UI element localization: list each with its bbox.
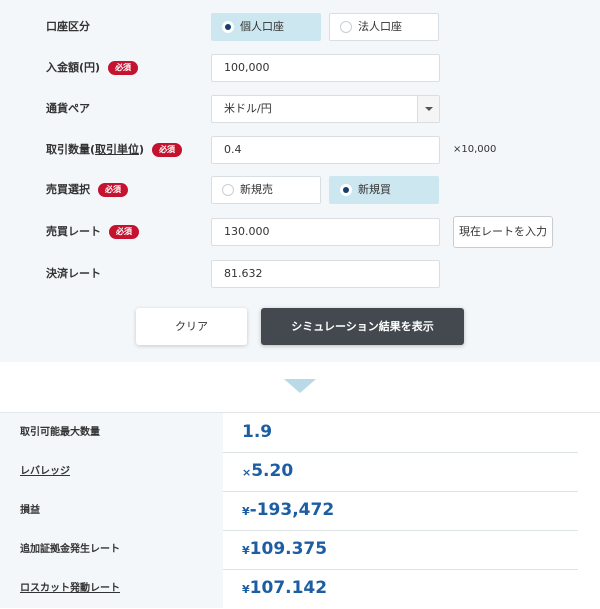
arrow-down-icon <box>284 379 316 393</box>
chevron-down-icon[interactable] <box>417 96 439 122</box>
required-badge: 必須 <box>108 61 139 75</box>
simulation-form: 口座区分 個人口座 法人口座 入金額(円) 必須 100,000 通貨ペア 米ドル… <box>0 0 600 362</box>
insert-current-rate-button[interactable]: 現在レートを入力 <box>453 216 553 248</box>
result-row-loss-cut-rate: ロスカット発動レート ¥107.142 <box>0 569 600 608</box>
required-badge: 必須 <box>152 143 183 157</box>
radio-new-buy[interactable]: 新規買 <box>329 176 439 204</box>
currency-pair-select[interactable]: 米ドル/円 <box>211 95 440 123</box>
radio-new-sell[interactable]: 新規売 <box>211 176 321 204</box>
result-label: 追加証拠金発生レート <box>0 530 223 569</box>
result-value: ¥107.142 <box>242 578 328 598</box>
result-value: ×5.20 <box>242 461 294 481</box>
trade-unit-link[interactable]: 取引単位 <box>95 143 139 156</box>
radio-dot-icon <box>222 21 234 33</box>
result-label: 取引可能最大数量 <box>0 413 223 452</box>
results-table: 取引可能最大数量 1.9 レバレッジ ×5.20 損益 ¥-193,472 追加… <box>0 412 600 608</box>
trade-type-label: 売買選択 必須 <box>46 176 128 204</box>
trade-type-row: 売買選択 必須 新規売 新規買 <box>0 176 600 204</box>
result-value: 1.9 <box>242 422 273 442</box>
quantity-unit-suffix: ×10,000 <box>453 144 497 155</box>
show-simulation-result-button[interactable]: シミュレーション結果を表示 <box>261 308 464 345</box>
result-value: ¥109.375 <box>242 539 328 559</box>
account-type-row: 口座区分 個人口座 法人口座 <box>0 13 600 41</box>
radio-dot-icon <box>340 184 352 196</box>
settlement-rate-row: 決済レート 81.632 <box>0 260 600 288</box>
radio-dot-icon <box>340 21 352 33</box>
deposit-label: 入金額(円) 必須 <box>46 54 139 82</box>
result-row-margin-call-rate: 追加証拠金発生レート ¥109.375 <box>0 530 600 569</box>
settlement-rate-input[interactable]: 81.632 <box>211 260 440 288</box>
result-row-leverage: レバレッジ ×5.20 <box>0 452 600 491</box>
result-row-max-quantity: 取引可能最大数量 1.9 <box>0 413 600 452</box>
radio-dot-icon <box>222 184 234 196</box>
quantity-row: 取引数量(取引単位) 必須 0.4 ×10,000 <box>0 136 600 164</box>
clear-button[interactable]: クリア <box>136 308 247 345</box>
quantity-input[interactable]: 0.4 <box>211 136 440 164</box>
result-value: ¥-193,472 <box>242 500 335 520</box>
trade-rate-label: 売買レート 必須 <box>46 218 139 246</box>
currency-pair-row: 通貨ペア 米ドル/円 <box>0 95 600 123</box>
required-badge: 必須 <box>98 183 128 197</box>
settlement-rate-label: 決済レート <box>46 267 101 280</box>
result-row-profit-loss: 損益 ¥-193,472 <box>0 491 600 530</box>
required-badge: 必須 <box>109 225 139 239</box>
leverage-link[interactable]: レバレッジ <box>0 452 223 491</box>
currency-pair-label: 通貨ペア <box>46 102 90 115</box>
deposit-row: 入金額(円) 必須 100,000 <box>0 54 600 82</box>
radio-individual-account[interactable]: 個人口座 <box>211 13 321 41</box>
trade-rate-row: 売買レート 必須 130.000 現在レートを入力 <box>0 216 600 248</box>
trade-rate-input[interactable]: 130.000 <box>211 218 440 246</box>
result-label: 損益 <box>0 491 223 530</box>
quantity-label: 取引数量(取引単位) 必須 <box>46 136 183 164</box>
deposit-input[interactable]: 100,000 <box>211 54 440 82</box>
account-type-label: 口座区分 <box>46 20 90 33</box>
radio-corporate-account[interactable]: 法人口座 <box>329 13 439 41</box>
loss-cut-link[interactable]: ロスカット発動レート <box>0 569 223 608</box>
